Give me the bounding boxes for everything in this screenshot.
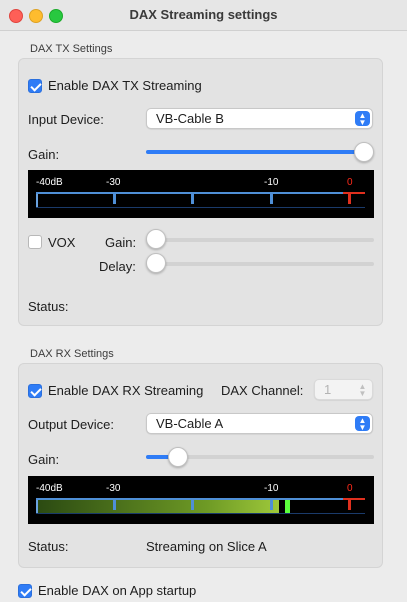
meter-tick-10: -10 <box>264 177 279 188</box>
enable-dax-startup-label: Enable DAX on App startup <box>38 583 197 598</box>
meter-mark-red <box>348 500 351 510</box>
rx-status-label: Status: <box>28 539 69 554</box>
meter-scale-line <box>36 192 343 194</box>
vox-gain-track <box>146 238 374 242</box>
meter-baseline <box>36 513 365 514</box>
rx-section-label: DAX RX Settings <box>30 348 114 360</box>
input-device-label: Input Device: <box>28 112 104 127</box>
tx-level-meter: -40dB -30 -10 0 <box>28 170 374 218</box>
rx-gain-label: Gain: <box>28 452 60 467</box>
meter-mark <box>191 194 194 204</box>
dax-channel-label: DAX Channel: <box>221 383 304 398</box>
tx-section-label: DAX TX Settings <box>30 43 113 55</box>
meter-endcap <box>36 500 38 513</box>
meter-tick-0: 0 <box>347 177 353 188</box>
vox-delay-label: Delay: <box>99 259 136 274</box>
meter-scale-red-line <box>343 498 365 500</box>
output-device-label: Output Device: <box>28 417 114 432</box>
meter-tick-10: -10 <box>264 483 279 494</box>
input-device-value: VB-Cable B <box>156 111 224 126</box>
enable-tx-checkbox[interactable] <box>28 79 42 93</box>
vox-delay-slider-knob[interactable] <box>146 253 166 273</box>
output-device-value: VB-Cable A <box>156 416 224 431</box>
meter-tick-40: -40dB <box>36 177 63 188</box>
tx-gain-label: Gain: <box>28 147 60 162</box>
rx-meter-level-fill <box>37 500 279 513</box>
vox-gain-slider-knob[interactable] <box>146 229 166 249</box>
vox-gain-label: Gain: <box>105 235 137 250</box>
rx-status-value: Streaming on Slice A <box>146 539 267 554</box>
meter-endcap <box>36 194 38 207</box>
dax-channel-value: 1 <box>324 382 332 397</box>
meter-mark <box>270 500 273 510</box>
rx-gain-slider-knob[interactable] <box>168 447 188 467</box>
select-arrows-icon: ▲ ▼ <box>355 111 370 127</box>
meter-baseline <box>36 207 365 208</box>
vox-label: VOX <box>48 235 76 250</box>
meter-tick-0: 0 <box>347 483 353 494</box>
meter-tick-30: -30 <box>106 177 121 188</box>
enable-dax-startup-checkbox[interactable] <box>18 584 32 598</box>
meter-mark <box>191 500 194 510</box>
output-device-select[interactable]: VB-Cable A ▲ ▼ <box>146 413 373 434</box>
rx-meter-peak-indicator <box>285 500 290 513</box>
window-title: DAX Streaming settings <box>129 7 278 22</box>
meter-tick-30: -30 <box>106 483 121 494</box>
dax-channel-select[interactable]: 1 ▲ ▼ <box>314 379 373 400</box>
meter-scale-red-line <box>343 192 365 194</box>
vox-delay-track <box>146 262 374 266</box>
tx-status-label: Status: <box>28 299 69 314</box>
meter-mark-red <box>348 194 351 204</box>
title-bar: DAX Streaming settings <box>0 0 407 31</box>
vox-checkbox[interactable] <box>28 235 42 249</box>
enable-rx-checkbox[interactable] <box>28 384 42 398</box>
select-arrows-icon: ▲ ▼ <box>355 416 370 432</box>
meter-mark <box>270 194 273 204</box>
enable-rx-label: Enable DAX RX Streaming <box>48 383 204 398</box>
tx-gain-fill <box>146 150 366 154</box>
meter-mark <box>113 500 116 510</box>
tx-gain-slider-knob[interactable] <box>354 142 374 162</box>
enable-tx-label: Enable DAX TX Streaming <box>48 78 202 93</box>
select-arrows-icon: ▲ ▼ <box>358 382 367 398</box>
input-device-select[interactable]: VB-Cable B ▲ ▼ <box>146 108 373 129</box>
rx-level-meter: -40dB -30 -10 0 <box>28 476 374 524</box>
tx-gain-track <box>146 150 366 154</box>
meter-mark <box>113 194 116 204</box>
meter-tick-40: -40dB <box>36 483 63 494</box>
